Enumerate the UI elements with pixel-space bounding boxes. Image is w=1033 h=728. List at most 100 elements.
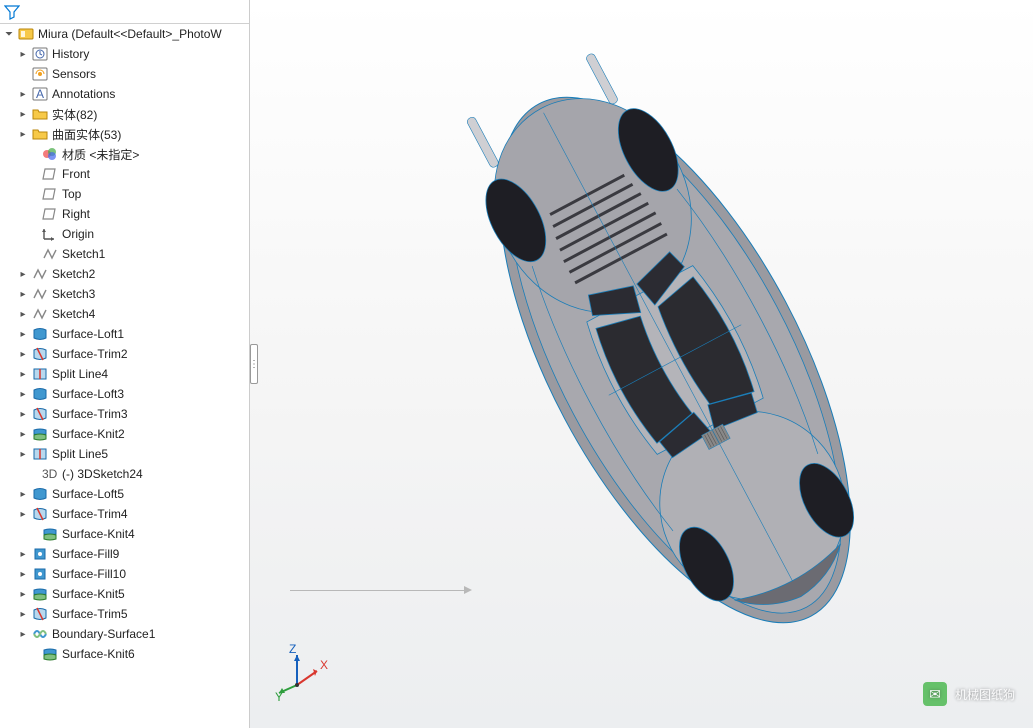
expand-arrow-icon[interactable]: ▸ xyxy=(18,269,28,280)
tree-item-label: Surface-Knit4 xyxy=(62,527,135,541)
model-car[interactable] xyxy=(300,0,1033,728)
split-line-icon xyxy=(32,366,48,382)
expand-arrow-icon[interactable]: ▸ xyxy=(18,569,28,580)
tree-item-label: Sensors xyxy=(52,67,96,81)
tree-item-surface-loft1[interactable]: ▸ Surface-Loft1 xyxy=(0,324,249,344)
expand-arrow-icon[interactable]: ▸ xyxy=(18,509,28,520)
tree-item-label: Surface-Knit5 xyxy=(52,587,125,601)
expand-arrow-icon[interactable]: ▸ xyxy=(18,429,28,440)
material-icon xyxy=(42,146,58,162)
tree-item-annotations[interactable]: ▸ A Annotations xyxy=(0,84,249,104)
tree-item-label: Surface-Trim4 xyxy=(52,507,128,521)
expand-arrow-icon[interactable]: ▸ xyxy=(18,609,28,620)
folder-icon xyxy=(32,126,48,142)
expand-arrow-icon[interactable]: ▸ xyxy=(18,409,28,420)
plane-icon xyxy=(42,186,58,202)
expand-arrow-icon[interactable]: ▸ xyxy=(18,289,28,300)
tree-item-front[interactable]: ▸Front xyxy=(0,164,249,184)
tree-item-sketch1[interactable]: ▸Sketch1 xyxy=(0,244,249,264)
root-node[interactable]: ⏷ Miura (Default<<Default>_PhotoW xyxy=(0,24,249,44)
filter-bar[interactable] xyxy=(0,0,249,24)
tree-item-boundary-surface1[interactable]: ▸Boundary-Surface1 xyxy=(0,624,249,644)
tree-item-surface-loft5[interactable]: ▸ Surface-Loft5 xyxy=(0,484,249,504)
tree-item-history[interactable]: ▸ History xyxy=(0,44,249,64)
tree-item-surface-knit4[interactable]: ▸Surface-Knit4 xyxy=(0,524,249,544)
tree-item--3dsketch24[interactable]: ▸3D(-) 3DSketch24 xyxy=(0,464,249,484)
tree-item-label: Surface-Fill10 xyxy=(52,567,126,581)
tree-item-surface-trim3[interactable]: ▸Surface-Trim3 xyxy=(0,404,249,424)
tree-item-surface-knit2[interactable]: ▸ Surface-Knit2 xyxy=(0,424,249,444)
expand-arrow-icon[interactable]: ▸ xyxy=(18,389,28,400)
surface-loft-icon xyxy=(32,326,48,342)
tree-item-label: Sketch2 xyxy=(52,267,95,281)
triad-z-label: Z xyxy=(289,643,296,656)
surface-knit-icon xyxy=(42,646,58,662)
sketch-icon xyxy=(32,286,48,302)
sensors-icon xyxy=(32,66,48,82)
surface-trim-icon xyxy=(32,506,48,522)
tree-item-label: Surface-Loft3 xyxy=(52,387,124,401)
tree-item-right[interactable]: ▸Right xyxy=(0,204,249,224)
tree-item-sketch4[interactable]: ▸Sketch4 xyxy=(0,304,249,324)
tree-item-sketch2[interactable]: ▸ Sketch2 xyxy=(0,264,249,284)
surface-knit-icon xyxy=(42,526,58,542)
tree-item-split-line4[interactable]: ▸ Split Line4 xyxy=(0,364,249,384)
expand-arrow-icon[interactable]: ▸ xyxy=(18,329,28,340)
tree-item-surface-trim4[interactable]: ▸ Surface-Trim4 xyxy=(0,504,249,524)
tree-item-label: 实体(82) xyxy=(52,106,97,123)
tree-item-label: Origin xyxy=(62,227,94,241)
tree-item-label: 曲面实体(53) xyxy=(52,126,121,143)
expand-arrow-icon[interactable]: ▸ xyxy=(18,89,28,100)
expand-arrow-icon[interactable]: ▸ xyxy=(18,49,28,60)
expand-arrow-icon[interactable]: ▸ xyxy=(18,129,28,140)
tree-item-label: Surface-Knit2 xyxy=(52,427,125,441)
tree-item-surface-fill10[interactable]: ▸ Surface-Fill10 xyxy=(0,564,249,584)
triad-y-label: Y xyxy=(275,690,283,703)
expand-arrow-icon[interactable]: ▸ xyxy=(18,629,28,640)
expand-arrow-icon[interactable]: ▸ xyxy=(18,349,28,360)
surface-trim-icon xyxy=(32,406,48,422)
expand-arrow-icon[interactable]: ▸ xyxy=(18,309,28,320)
ground-reference-line xyxy=(290,590,470,591)
panel-splitter[interactable] xyxy=(250,344,258,384)
split-line-icon xyxy=(32,446,48,462)
tree-item-label: Sketch3 xyxy=(52,287,95,301)
root-label: Miura (Default<<Default>_PhotoW xyxy=(38,27,222,41)
tree-item--82-[interactable]: ▸ 实体(82) xyxy=(0,104,249,124)
annotations-icon: A xyxy=(32,86,48,102)
tree-item-surface-trim5[interactable]: ▸ Surface-Trim5 xyxy=(0,604,249,624)
surface-trim-icon xyxy=(32,346,48,362)
tree-item-split-line5[interactable]: ▸Split Line5 xyxy=(0,444,249,464)
feature-tree-panel[interactable]: ⏷ Miura (Default<<Default>_PhotoW ▸ Histo… xyxy=(0,0,250,728)
folder-icon xyxy=(32,106,48,122)
tree-item-sensors[interactable]: ▸Sensors xyxy=(0,64,249,84)
tree-item-label: Split Line4 xyxy=(52,367,108,381)
tree-item-surface-trim2[interactable]: ▸Surface-Trim2 xyxy=(0,344,249,364)
tree-item-label: Front xyxy=(62,167,90,181)
tree-item-top[interactable]: ▸Top xyxy=(0,184,249,204)
tree-item-label: Surface-Loft5 xyxy=(52,487,124,501)
tree-item-surface-knit5[interactable]: ▸ Surface-Knit5 xyxy=(0,584,249,604)
tree-item-surface-loft3[interactable]: ▸ Surface-Loft3 xyxy=(0,384,249,404)
surface-trim-icon xyxy=(32,606,48,622)
tree-item-label: Annotations xyxy=(52,87,115,101)
expand-arrow-icon[interactable]: ▸ xyxy=(18,549,28,560)
surface-fill-icon xyxy=(32,566,48,582)
svg-text:3D: 3D xyxy=(42,467,58,481)
expand-arrow-icon[interactable]: ▸ xyxy=(18,489,28,500)
tree-item-label: History xyxy=(52,47,89,61)
tree-item-origin[interactable]: ▸Origin xyxy=(0,224,249,244)
tree-item-label: Surface-Trim5 xyxy=(52,607,128,621)
tree-item-surface-knit6[interactable]: ▸Surface-Knit6 xyxy=(0,644,249,664)
expand-arrow-icon[interactable]: ▸ xyxy=(18,369,28,380)
tree-item-surface-fill9[interactable]: ▸Surface-Fill9 xyxy=(0,544,249,564)
tree-item-sketch3[interactable]: ▸ Sketch3 xyxy=(0,284,249,304)
expand-arrow-icon[interactable]: ▸ xyxy=(18,589,28,600)
expand-arrow-icon[interactable]: ▸ xyxy=(18,449,28,460)
view-triad[interactable]: X Y Z xyxy=(275,643,335,703)
model-viewport[interactable]: X Y Z ✉ 机械图纸狗 xyxy=(250,0,1033,728)
tree-item-label: Surface-Loft1 xyxy=(52,327,124,341)
expand-arrow-icon[interactable]: ▸ xyxy=(18,109,28,120)
tree-item--53-[interactable]: ▸ 曲面实体(53) xyxy=(0,124,249,144)
tree-item--[interactable]: ▸材质 <未指定> xyxy=(0,144,249,164)
